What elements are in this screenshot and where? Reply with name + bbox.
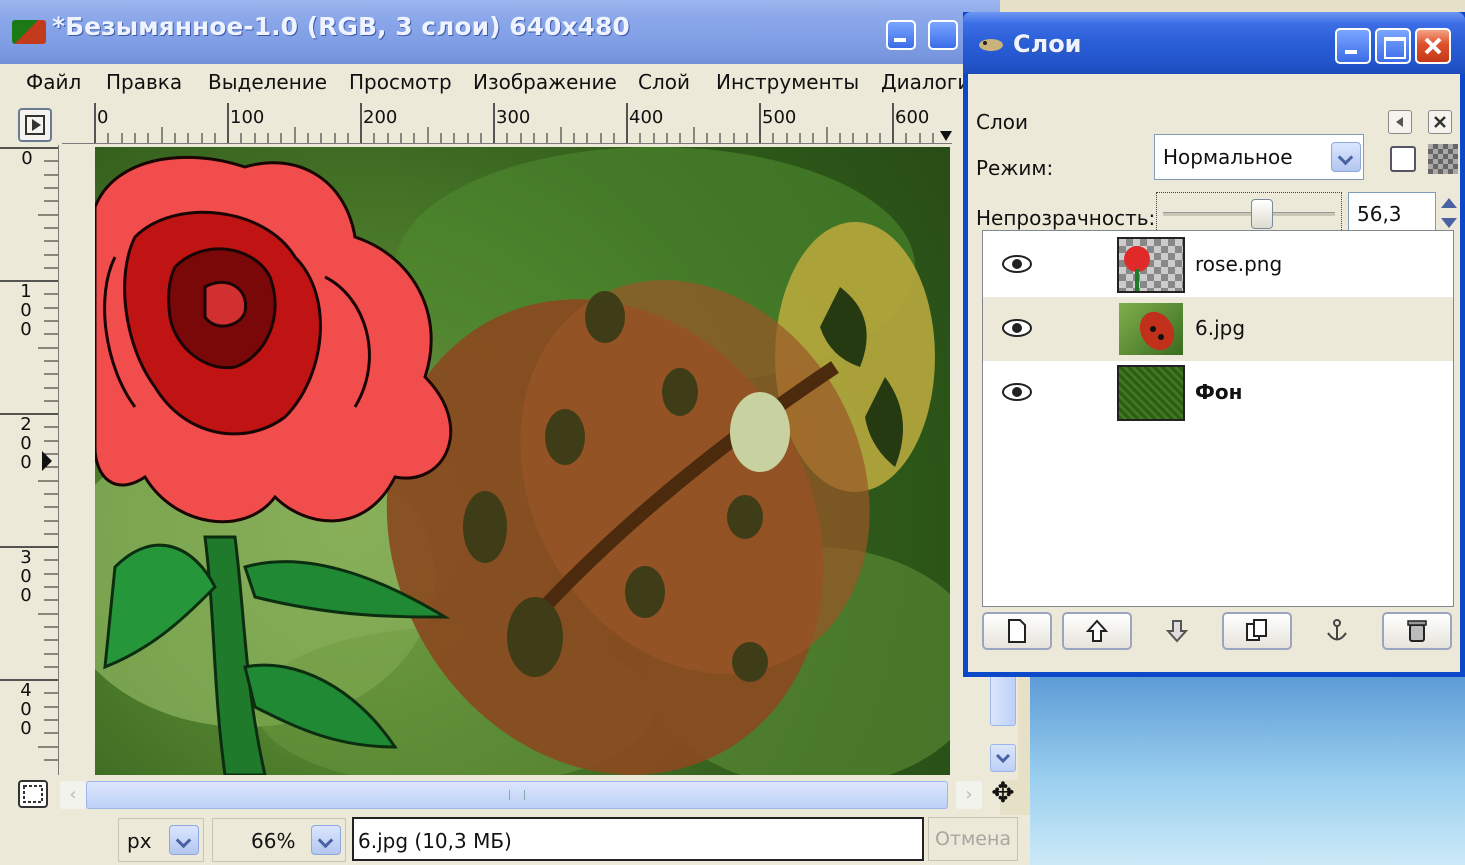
ruler-label-600: 600 [895,107,930,128]
dock-tab-menu-icon[interactable] [1388,110,1412,134]
ruler-label-300: 300 [496,107,531,128]
vertical-ruler[interactable]: 0 100 200 300 400 [0,145,59,775]
layer-thumbnail-ladybug [1117,301,1185,357]
opacity-slider-handle[interactable] [1251,199,1273,229]
layer-row-6jpg-selected[interactable]: 6.jpg [983,297,1453,361]
cancel-button[interactable]: Отмена [928,817,1018,861]
visibility-eye-icon[interactable] [1001,253,1033,275]
opacity-label: Непрозрачность: [976,206,1156,230]
layer-thumbnail-background [1117,365,1185,421]
unit-dropdown-icon[interactable] [169,825,199,855]
menu-select[interactable]: Выделение [208,70,327,94]
mode-value: Нормальное [1163,145,1293,169]
layers-titlebar[interactable]: Слои [963,12,1465,74]
raise-layer-button[interactable] [1062,612,1132,650]
lower-layer-button[interactable] [1142,612,1212,650]
mode-label: Режим: [976,156,1054,180]
opacity-spin-arrows-icon[interactable] [1438,192,1460,234]
vruler-label-400: 400 [20,680,32,739]
zoom-value: 66% [251,829,296,853]
anchor-layer-button[interactable] [1302,612,1372,650]
opacity-slider[interactable] [1156,192,1342,234]
opacity-spinbox[interactable]: 56,3 [1348,192,1436,234]
menu-layer[interactable]: Слой [638,70,690,94]
desktop-background [1030,677,1465,865]
vruler-label-300: 300 [20,547,32,606]
layers-close-button[interactable] [1415,28,1451,64]
window-title: *Безымянное-1.0 (RGB, 3 слои) 640x480 [52,12,630,41]
layer-name: Фон [1195,380,1243,404]
navigate-icon[interactable]: ✥ [988,778,1018,808]
layer-name: 6.jpg [1195,316,1246,340]
layer-info-text: 6.jpg (10,3 МБ) [358,829,512,853]
opacity-value: 56,3 [1357,202,1402,226]
layers-window-title: Слои [1013,30,1082,58]
zoom-dropdown-icon[interactable] [311,825,341,855]
scroll-right-arrow-icon[interactable]: › [956,781,982,809]
layer-thumbnail-rose [1117,237,1185,293]
layer-name: rose.png [1195,252,1283,276]
menu-file[interactable]: Файл [26,70,81,94]
zoom-select[interactable]: 66% [212,818,346,862]
lock-alpha-checker-icon[interactable] [1428,144,1458,174]
unit-select[interactable]: px [118,818,204,862]
menu-image[interactable]: Изображение [473,70,617,94]
ruler-label-200: 200 [363,107,398,128]
horizontal-scrollbar[interactable]: ‹ › [60,777,985,813]
visibility-eye-icon[interactable] [1001,317,1033,339]
mode-dropdown-icon[interactable] [1331,142,1361,172]
menubar: Файл Правка Выделение Просмотр Изображен… [0,64,1000,100]
zoom-to-fit-icon[interactable] [18,780,48,808]
duplicate-layer-button[interactable] [1222,612,1292,650]
gimp-wilber-icon [977,36,1005,52]
maximize-button[interactable] [928,20,958,50]
image-canvas[interactable] [95,147,950,775]
menu-view[interactable]: Просмотр [349,70,452,94]
visibility-eye-icon[interactable] [1001,381,1033,403]
ruler-label-100: 100 [230,107,265,128]
ruler-label-400: 400 [629,107,664,128]
scroll-left-arrow-icon[interactable]: ‹ [60,781,86,809]
ruler-label-0: 0 [97,107,109,128]
layer-info-field: 6.jpg (10,3 МБ) [352,817,924,861]
menu-tools[interactable]: Инструменты [716,70,859,94]
vruler-label-100: 100 [20,281,32,340]
layers-maximize-button[interactable] [1375,28,1411,64]
layers-tab-label: Слои [976,110,1028,134]
gimp-image-icon [12,20,46,44]
layers-dock-body: Слои Режим: Нормальное Непрозрачность: 5… [968,74,1460,672]
lock-pixels-checkbox[interactable] [1390,146,1416,172]
scroll-down-arrow-icon[interactable] [990,744,1016,772]
layer-row-rose[interactable]: rose.png [983,233,1453,297]
ruler-label-500: 500 [762,107,797,128]
mode-select[interactable]: Нормальное [1154,134,1364,180]
menu-dialogs[interactable]: Диалоги [881,70,970,94]
status-bar: px 66% 6.jpg (10,3 МБ) Отмена [0,815,1030,865]
dock-close-tab-icon[interactable] [1428,110,1452,134]
quick-mask-menu-icon[interactable] [18,108,52,142]
delete-layer-button[interactable] [1382,612,1452,650]
horizontal-ruler[interactable]: 0 100 200 300 400 500 600 [62,103,952,144]
layers-dialog: Слои Слои Режим: Нормальное Непрозрачнос… [963,12,1465,677]
canvas-artwork [95,147,950,775]
vruler-label-200: 200 [20,414,32,473]
image-window-titlebar[interactable]: *Безымянное-1.0 (RGB, 3 слои) 640x480 [0,0,1000,64]
layer-list[interactable]: rose.png 6.jpg Фон [982,230,1454,607]
layer-row-background[interactable]: Фон [983,361,1453,425]
layers-minimize-button[interactable] [1335,28,1371,64]
menu-edit[interactable]: Правка [106,70,182,94]
vruler-label-0: 0 [21,148,33,169]
image-window: *Безымянное-1.0 (RGB, 3 слои) 640x480 Фа… [0,0,1030,865]
new-layer-button[interactable] [982,612,1052,650]
minimize-button[interactable] [886,20,916,50]
horizontal-scroll-thumb[interactable] [86,781,948,809]
unit-value: px [127,829,152,853]
